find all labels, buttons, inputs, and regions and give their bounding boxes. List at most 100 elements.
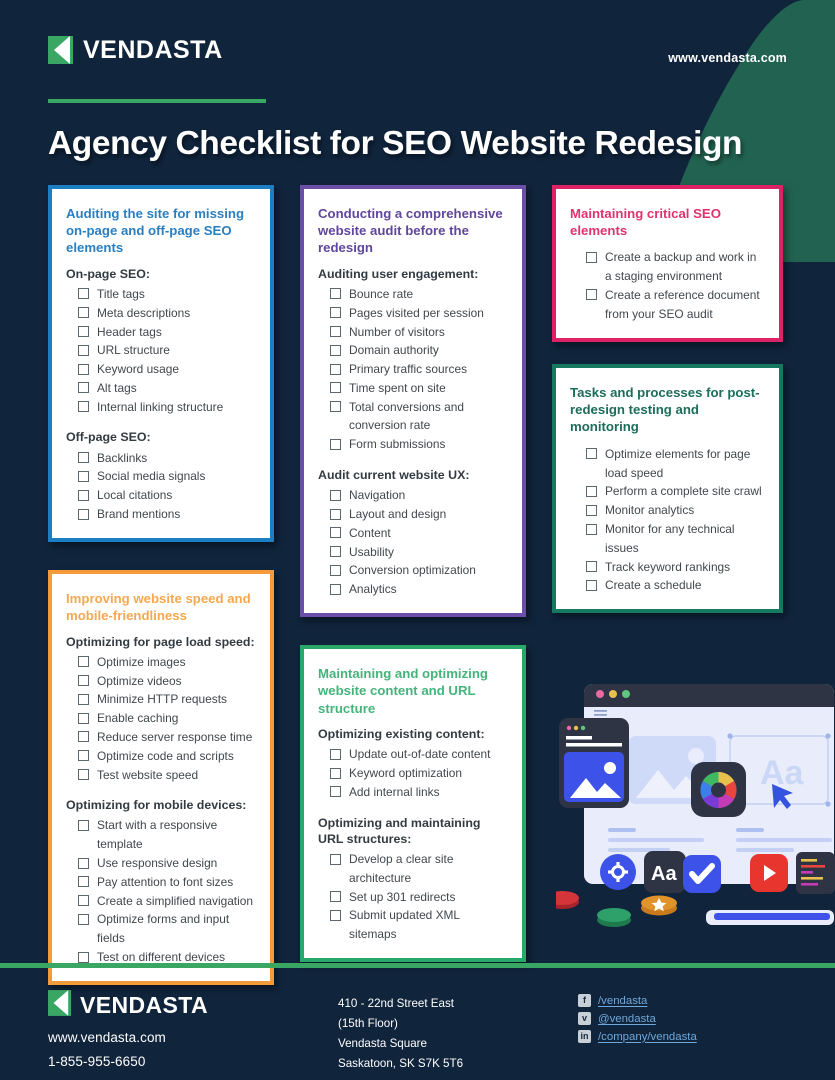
checklist-item-label: Start with a responsive template — [97, 818, 218, 852]
footer-logo: VENDASTA — [48, 990, 338, 1021]
checklist-item[interactable]: Test website speed — [78, 766, 256, 785]
checklist-item-label: Keyword usage — [97, 362, 179, 377]
checklist-item[interactable]: Add internal links — [330, 783, 508, 802]
checklist-item[interactable]: Conversion optimization — [330, 561, 508, 580]
checklist-item[interactable]: Usability — [330, 543, 508, 562]
card-title: Maintaining critical SEO elements — [570, 205, 721, 238]
checklist: Navigation Layout and design Content Usabil… — [318, 486, 508, 599]
checklist-item[interactable]: Brand mentions — [78, 505, 256, 524]
checklist-item[interactable]: Create a reference document from your SE… — [586, 286, 765, 324]
checklist-item[interactable]: Develop a clear site architecture — [330, 850, 508, 888]
vendasta-logo-mark — [48, 36, 74, 64]
checklist-item[interactable]: Track keyword rankings — [586, 558, 765, 577]
card-sections: Optimizing existing content: Update out-o… — [318, 726, 508, 944]
checklist-item[interactable]: Keyword optimization — [330, 764, 508, 783]
checklist-item-label: Social media signals — [97, 469, 206, 484]
checklist-item[interactable]: Internal linking structure — [78, 398, 256, 417]
card-subheading: Off-page SEO: — [66, 430, 151, 445]
checklist-item-label: Primary traffic sources — [349, 362, 468, 377]
checklist-item-label: Total conversions and conversion rate — [349, 399, 465, 433]
checklist: Backlinks Social media signals Local citat… — [66, 449, 256, 524]
checklist-item[interactable]: Backlinks — [78, 449, 256, 468]
checklist-item-label: Header tags — [97, 324, 162, 339]
card-subheading: Optimizing existing content: — [318, 727, 485, 742]
social-link[interactable]: @vendasta — [598, 1013, 656, 1025]
column-right: Maintaining critical SEO elements Create… — [552, 184, 783, 614]
footer-website[interactable]: www.vendasta.com — [48, 1030, 338, 1045]
checklist-item[interactable]: Reduce server response time — [78, 728, 256, 747]
checklist-item[interactable]: Perform a complete site crawl — [586, 482, 765, 501]
checklist-item[interactable]: Monitor analytics — [586, 501, 765, 520]
checklist-item[interactable]: Submit updated XML sitemaps — [330, 906, 508, 944]
checklist-item[interactable]: Create a simplified navigation — [78, 892, 256, 911]
social-row[interactable]: in/company/vendasta — [578, 1030, 697, 1043]
footer-social-block: f/vendasta ᴠ @vendasta in/company/vendasta — [578, 990, 697, 1080]
checklist-item[interactable]: Update out-of-date content — [330, 745, 508, 764]
social-row[interactable]: ᴠ @vendasta — [578, 1012, 697, 1025]
checklist-item[interactable]: Minimize HTTP requests — [78, 690, 256, 709]
checklist-item-label: Create a reference document from your SE… — [605, 287, 760, 321]
checklist-item[interactable]: Create a schedule — [586, 576, 765, 595]
checklist-item[interactable]: Optimize videos — [78, 672, 256, 691]
footer-phone[interactable]: 1-855-955-6650 — [48, 1054, 338, 1069]
checklist-item[interactable]: Start with a responsive template — [78, 816, 256, 854]
checklist-item[interactable]: Optimize elements for page load speed — [586, 445, 765, 483]
checklist-item[interactable]: Analytics — [330, 580, 508, 599]
card-subheading: Optimizing for page load speed: — [66, 634, 255, 649]
checklist-item[interactable]: Content — [330, 524, 508, 543]
checklist-item[interactable]: Social media signals — [78, 467, 256, 486]
checklist-item[interactable]: Total conversions and conversion rate — [330, 398, 508, 436]
checklist-item[interactable]: Optimize images — [78, 653, 256, 672]
checklist-item-label: Test website speed — [97, 767, 199, 782]
social-link[interactable]: /company/vendasta — [598, 1031, 697, 1043]
checklist-item-label: Track keyword rankings — [605, 559, 731, 574]
twitter-icon[interactable]: ᴠ — [578, 1012, 591, 1025]
social-link[interactable]: /vendasta — [598, 995, 647, 1007]
card-title: Improving website speed and mobile-frien… — [66, 590, 251, 624]
checklist-item-label: Analytics — [349, 582, 397, 597]
card-improving-speed: Improving website speed and mobile-frien… — [48, 569, 274, 985]
checklist-item-label: Develop a clear site architecture — [349, 852, 454, 885]
checklist-item[interactable]: Bounce rate — [330, 285, 508, 304]
checklist-item-label: Update out-of-date content — [349, 747, 491, 762]
checklist-item[interactable]: Keyword usage — [78, 360, 256, 379]
checklist-item[interactable]: Primary traffic sources — [330, 360, 508, 379]
checklist-item[interactable]: URL structure — [78, 341, 256, 360]
card-subheading: Audit current website UX: — [318, 468, 470, 483]
card-sections: Create a backup and work in a staging en… — [570, 248, 765, 323]
checklist-item[interactable]: Local citations — [78, 486, 256, 505]
checklist-item[interactable]: Title tags — [78, 285, 256, 304]
logo-wordmark: VENDASTA — [83, 35, 223, 64]
checklist-item[interactable]: Domain authority — [330, 341, 508, 360]
checklist-item[interactable]: Monitor for any technical issues — [586, 520, 765, 558]
checklist-item[interactable]: Form submissions — [330, 435, 508, 454]
page-footer: VENDASTA www.vendasta.com 1-855-955-6650… — [0, 968, 835, 1080]
checklist-item[interactable]: Use responsive design — [78, 854, 256, 873]
column-left: Auditing the site for missing on-page an… — [48, 184, 274, 985]
checklist-item[interactable]: Header tags — [78, 323, 256, 342]
checklist-item[interactable]: Navigation — [330, 486, 508, 505]
checklist-item[interactable]: Pay attention to font sizes — [78, 873, 256, 892]
checklist-item-label: Bounce rate — [349, 286, 414, 301]
card-title: Tasks and processes for post-redesign te… — [570, 384, 760, 435]
facebook-icon[interactable]: f — [578, 994, 591, 1007]
checklist-item[interactable]: Enable caching — [78, 709, 256, 728]
checklist-item[interactable]: Optimize forms and input fields — [78, 910, 256, 948]
linkedin-icon[interactable]: in — [578, 1030, 591, 1043]
checklist-item[interactable]: Time spent on site — [330, 379, 508, 398]
checklist-item[interactable]: Pages visited per session — [330, 304, 508, 323]
checklist-item-label: Number of visitors — [349, 324, 445, 339]
checklist-item[interactable]: Optimize code and scripts — [78, 747, 256, 766]
vendasta-logo: VENDASTA — [48, 36, 223, 64]
footer-address-block: 410 - 22nd Street East (15th Floor) Vendas… — [338, 990, 578, 1080]
checklist-item[interactable]: Layout and design — [330, 505, 508, 524]
social-row[interactable]: f/vendasta — [578, 994, 697, 1007]
checklist-item-label: Optimize images — [97, 654, 186, 669]
checklist-item[interactable]: Number of visitors — [330, 323, 508, 342]
checklist-item[interactable]: Create a backup and work in a staging en… — [586, 248, 765, 286]
checklist-item[interactable]: Meta descriptions — [78, 304, 256, 323]
checklist-item[interactable]: Set up 301 redirects — [330, 888, 508, 907]
checklist-item[interactable]: Alt tags — [78, 379, 256, 398]
checklist-item-label: Minimize HTTP requests — [97, 692, 227, 707]
checklist: Create a backup and work in a staging en… — [570, 248, 765, 323]
